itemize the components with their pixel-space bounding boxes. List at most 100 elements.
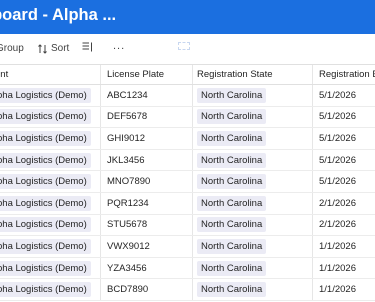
state-chip[interactable]: North Carolina [197, 174, 267, 190]
cell-license-plate[interactable]: MNO7890 [101, 171, 193, 192]
cell-registration-state[interactable]: North Carolina [193, 193, 313, 214]
cell-registration-expiration[interactable]: 5/1/2026 [313, 107, 375, 128]
cell-registration-expiration[interactable]: 1/1/2026 [313, 279, 375, 300]
cell-registration-state[interactable]: North Carolina [193, 85, 313, 106]
state-chip[interactable]: North Carolina [197, 282, 267, 298]
state-chip[interactable]: North Carolina [197, 260, 267, 276]
agent-chip[interactable]: pha Logistics (Demo) [0, 152, 91, 168]
expiration-text: 1/1/2026 [319, 240, 356, 252]
cell-agent[interactable]: pha Logistics (Demo) [0, 149, 101, 171]
expiration-text: 5/1/2026 [319, 176, 356, 188]
column-header-registration-expiration[interactable]: Registration Ex [313, 65, 375, 84]
column-options-icon [82, 42, 92, 52]
cell-registration-expiration[interactable]: 2/1/2026 [313, 193, 375, 214]
group-button-label: Group [0, 43, 24, 54]
cell-registration-state[interactable]: North Carolina [193, 236, 313, 257]
sort-button[interactable]: Sort [38, 43, 69, 54]
expiration-text: 2/1/2026 [319, 197, 356, 209]
cell-agent[interactable]: pha Logistics (Demo) [0, 257, 101, 279]
more-options-label: ... [113, 40, 126, 52]
license-plate-text: VWX9012 [107, 240, 150, 252]
cell-registration-state[interactable]: North Carolina [193, 171, 313, 192]
state-chip[interactable]: North Carolina [197, 195, 267, 211]
agent-chip[interactable]: pha Logistics (Demo) [0, 217, 91, 233]
expiration-text: 5/1/2026 [319, 132, 356, 144]
cell-registration-expiration[interactable]: 5/1/2026 [313, 128, 375, 149]
table-row[interactable]: pha Logistics (Demo) PQR1234 North Carolin… [0, 193, 375, 215]
agent-chip[interactable]: pha Logistics (Demo) [0, 282, 91, 298]
license-plate-text: ABC1234 [107, 89, 148, 101]
state-chip[interactable]: North Carolina [197, 238, 267, 254]
cell-license-plate[interactable]: STU5678 [101, 214, 193, 236]
cell-license-plate[interactable]: GHI9012 [101, 128, 193, 149]
state-chip[interactable]: North Carolina [197, 109, 267, 125]
table-row[interactable]: pha Logistics (Demo) STU5678 North Carolin… [0, 214, 375, 237]
cell-registration-expiration[interactable]: 1/1/2026 [313, 236, 375, 257]
cell-agent[interactable]: pha Logistics (Demo) [0, 214, 101, 236]
expiration-text: 5/1/2026 [319, 89, 356, 101]
cell-agent[interactable]: pha Logistics (Demo) [0, 171, 101, 192]
table-row[interactable]: pha Logistics (Demo) DEF5678 North Carolin… [0, 106, 375, 129]
license-plate-text: BCD7890 [107, 284, 149, 296]
cell-registration-state[interactable]: North Carolina [193, 128, 313, 149]
agent-chip[interactable]: pha Logistics (Demo) [0, 238, 91, 254]
more-options-button[interactable]: ... [113, 40, 125, 52]
agent-chip[interactable]: pha Logistics (Demo) [0, 260, 91, 276]
drop-placeholder [178, 42, 190, 50]
cell-license-plate[interactable]: JKL3456 [101, 149, 193, 171]
cell-registration-expiration[interactable]: 1/1/2026 [313, 258, 375, 279]
license-plate-text: GHI9012 [107, 132, 146, 144]
cell-registration-state[interactable]: North Carolina [193, 214, 313, 236]
column-options-button[interactable] [82, 42, 93, 52]
cell-license-plate[interactable]: BCD7890 [101, 279, 193, 300]
cell-registration-state[interactable]: North Carolina [193, 279, 313, 300]
agent-chip[interactable]: pha Logistics (Demo) [0, 109, 91, 125]
cell-registration-state[interactable]: North Carolina [193, 106, 313, 128]
column-header-license-plate[interactable]: License Plate [101, 65, 193, 84]
cell-license-plate[interactable]: YZA3456 [101, 257, 193, 279]
cell-license-plate[interactable]: VWX9012 [101, 236, 193, 257]
table-row[interactable]: pha Logistics (Demo) BCD7890 North Carolin… [0, 279, 375, 301]
page-title: hboard - Alpha ... [0, 6, 117, 24]
cell-license-plate[interactable]: PQR1234 [101, 193, 193, 214]
table-row[interactable]: pha Logistics (Demo) ABC1234 North Carolin… [0, 85, 375, 107]
license-plate-text: JKL3456 [107, 154, 145, 166]
cell-registration-expiration[interactable]: 2/1/2026 [313, 215, 375, 236]
cell-registration-expiration[interactable]: 5/1/2026 [313, 171, 375, 192]
license-plate-text: YZA3456 [107, 262, 147, 274]
column-header-agent[interactable]: ent [0, 65, 101, 84]
sort-button-label: Sort [51, 43, 70, 54]
group-button[interactable]: Group [0, 43, 24, 54]
expiration-text: 1/1/2026 [319, 262, 356, 274]
agent-chip[interactable]: pha Logistics (Demo) [0, 195, 91, 211]
table-row[interactable]: pha Logistics (Demo) VWX9012 North Carolin… [0, 236, 375, 258]
table-row[interactable]: pha Logistics (Demo) MNO7890 North Carolin… [0, 171, 375, 193]
license-plate-text: MNO7890 [107, 176, 151, 188]
column-header-registration-state[interactable]: Registration State [193, 65, 313, 84]
cell-agent[interactable]: pha Logistics (Demo) [0, 106, 101, 128]
cell-license-plate[interactable]: ABC1234 [101, 85, 193, 106]
cell-registration-expiration[interactable]: 5/1/2026 [313, 85, 375, 106]
state-chip[interactable]: North Carolina [197, 217, 267, 233]
cell-registration-state[interactable]: North Carolina [193, 149, 313, 171]
cell-agent[interactable]: pha Logistics (Demo) [0, 193, 101, 214]
agent-chip[interactable]: pha Logistics (Demo) [0, 174, 91, 190]
agent-chip[interactable]: pha Logistics (Demo) [0, 130, 91, 146]
state-chip[interactable]: North Carolina [197, 87, 267, 103]
cell-license-plate[interactable]: DEF5678 [101, 106, 193, 128]
cell-agent[interactable]: pha Logistics (Demo) [0, 236, 101, 257]
cell-registration-state[interactable]: North Carolina [193, 257, 313, 279]
table-row[interactable]: pha Logistics (Demo) YZA3456 North Carolin… [0, 257, 375, 280]
expiration-text: 1/1/2026 [319, 284, 356, 296]
agent-chip[interactable]: pha Logistics (Demo) [0, 87, 91, 103]
table-row[interactable]: pha Logistics (Demo) GHI9012 North Carolin… [0, 128, 375, 150]
cell-agent[interactable]: pha Logistics (Demo) [0, 85, 101, 106]
expiration-text: 2/1/2026 [319, 219, 356, 231]
state-chip[interactable]: North Carolina [197, 130, 267, 146]
cell-agent[interactable]: pha Logistics (Demo) [0, 279, 101, 300]
cell-agent[interactable]: pha Logistics (Demo) [0, 128, 101, 149]
cell-registration-expiration[interactable]: 5/1/2026 [313, 150, 375, 171]
state-chip[interactable]: North Carolina [197, 152, 267, 168]
table-row[interactable]: pha Logistics (Demo) JKL3456 North Carolin… [0, 149, 375, 172]
license-plate-text: DEF5678 [107, 111, 148, 123]
